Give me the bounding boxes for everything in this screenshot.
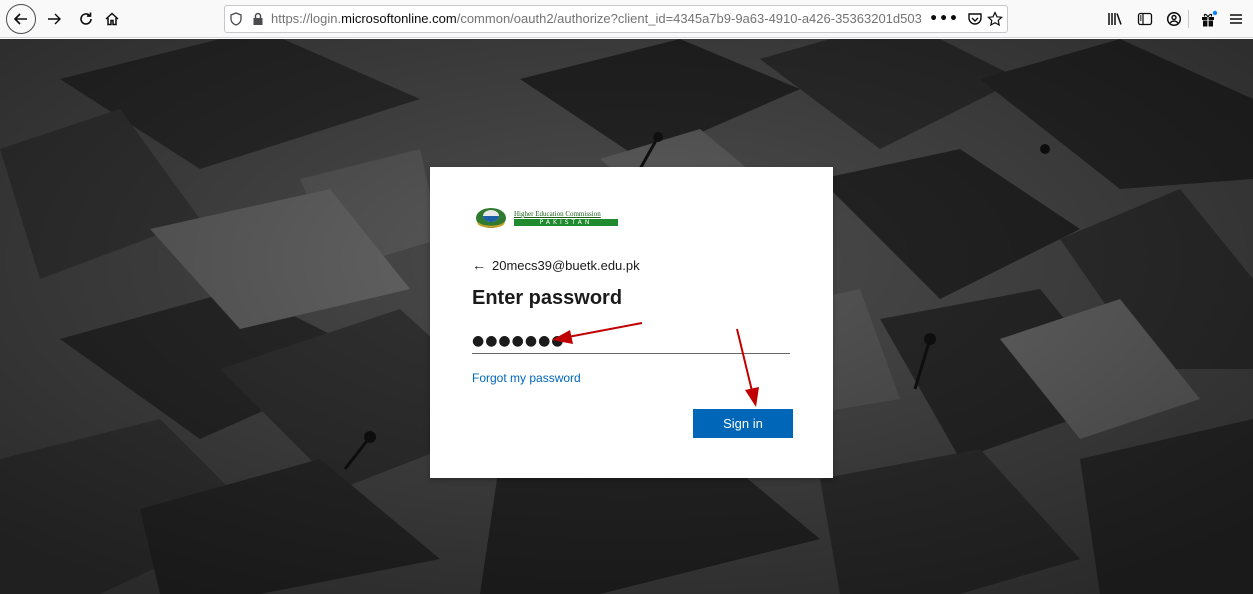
gift-icon xyxy=(1202,10,1218,27)
url-host: https://login. xyxy=(271,11,342,26)
account-icon xyxy=(1166,11,1182,27)
sidebar-button[interactable] xyxy=(1133,7,1157,31)
lock-icon xyxy=(253,12,263,25)
page-title: Enter password xyxy=(472,287,623,309)
shield-icon xyxy=(230,12,242,26)
forgot-password-link[interactable]: Forgot my password xyxy=(472,371,581,385)
page-content: Higher Education Commission PAKISTAN ← 2… xyxy=(0,39,1253,594)
menu-button[interactable] xyxy=(1224,7,1248,31)
browser-toolbar: https://login.microsoftonline.com/common… xyxy=(0,0,1253,38)
pocket-icon[interactable] xyxy=(967,11,983,27)
sign-in-card: Higher Education Commission PAKISTAN ← 2… xyxy=(430,167,833,478)
whats-new-button[interactable] xyxy=(1197,7,1221,31)
library-button[interactable] xyxy=(1103,7,1127,31)
library-icon xyxy=(1108,13,1122,25)
toolbar-separator xyxy=(1188,10,1189,28)
sign-in-button[interactable]: Sign in xyxy=(693,409,793,438)
tracking-protection-button[interactable] xyxy=(225,6,247,32)
forward-arrow-icon xyxy=(48,13,61,25)
hec-wordmark: Higher Education Commission PAKISTAN xyxy=(514,210,618,226)
sidebar-icon xyxy=(1137,12,1153,26)
back-button[interactable] xyxy=(6,4,36,34)
password-field[interactable] xyxy=(472,328,790,354)
hec-emblem-icon xyxy=(476,208,506,228)
back-arrow-icon xyxy=(13,13,27,25)
identity-email: 20mecs39@buetk.edu.pk xyxy=(492,257,640,273)
url-domain: microsoftonline.com xyxy=(341,11,457,26)
home-icon xyxy=(105,12,119,26)
home-button[interactable] xyxy=(100,7,124,31)
site-info-button[interactable] xyxy=(247,6,269,32)
reload-icon xyxy=(80,12,92,25)
url-text[interactable]: https://login.microsoftonline.com/common… xyxy=(269,6,921,32)
back-arrow-icon: ← xyxy=(472,257,486,273)
star-icon[interactable] xyxy=(987,11,1003,27)
forward-button[interactable] xyxy=(42,7,66,31)
page-actions-button[interactable]: ••• xyxy=(925,11,963,27)
hec-logo: Higher Education Commission PAKISTAN xyxy=(472,205,618,231)
url-path: /common/oauth2/authorize?client_id=4345a… xyxy=(456,11,922,26)
hamburger-menu-icon xyxy=(1230,14,1242,24)
reload-button[interactable] xyxy=(74,7,98,31)
hec-org-name: Higher Education Commission xyxy=(514,210,601,218)
hec-country: PAKISTAN xyxy=(514,219,618,226)
account-button[interactable] xyxy=(1162,7,1186,31)
identity-back-link[interactable]: ← 20mecs39@buetk.edu.pk xyxy=(472,257,640,273)
url-bar[interactable]: https://login.microsoftonline.com/common… xyxy=(224,5,1008,33)
